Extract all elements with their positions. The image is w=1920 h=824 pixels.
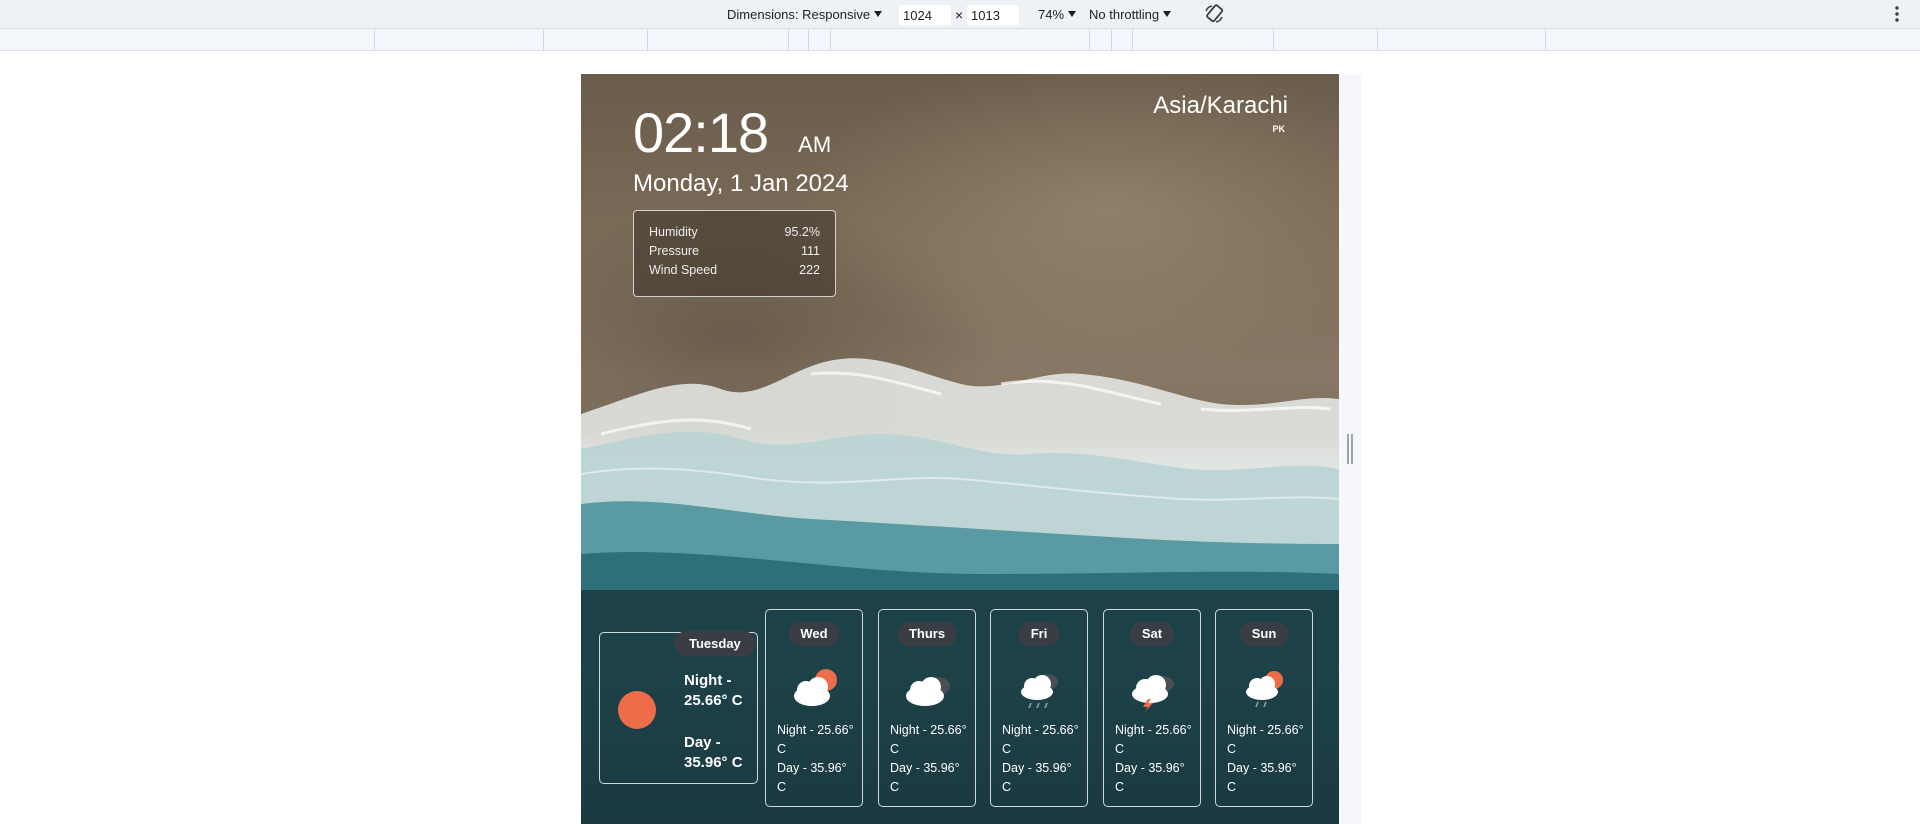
media-query-ruler[interactable] bbox=[0, 29, 1920, 51]
stat-value: 222 bbox=[799, 263, 820, 277]
clock: 02:18 AM bbox=[633, 100, 831, 165]
stat-label: Humidity bbox=[649, 225, 698, 239]
cloud-rain-icon bbox=[1021, 674, 1058, 709]
day-badge: Thurs bbox=[896, 622, 958, 646]
forecast-day: Day - 35.96° C bbox=[1115, 761, 1185, 794]
day-badge: Fri bbox=[1018, 622, 1060, 646]
height-input[interactable] bbox=[967, 5, 1019, 25]
forecast-night: Night - 25.66° C bbox=[777, 723, 854, 756]
throttling-dropdown[interactable]: No throttling bbox=[1089, 5, 1172, 25]
clock-time: 02:18 bbox=[633, 101, 769, 164]
forecast-card-sat: Sat Night - 25.66° C Day - 35.96° C bbox=[1103, 609, 1201, 807]
current-date: Monday, 1 Jan 2024 bbox=[633, 170, 849, 197]
kebab-menu-icon[interactable] bbox=[1890, 3, 1904, 25]
resize-handle[interactable] bbox=[1347, 434, 1355, 464]
times-symbol: × bbox=[955, 7, 964, 23]
country-code: PK bbox=[1272, 124, 1285, 134]
forecast-card-fri: Fri Night - 25.66° C Day - 35.96° C bbox=[990, 609, 1088, 807]
stat-label: Wind Speed bbox=[649, 263, 718, 277]
clock-ampm: AM bbox=[798, 132, 832, 157]
forecast-card-thurs: Thurs Night - 25.66° C Day - 35.96° C bbox=[878, 609, 976, 807]
dimensions-label: Dimensions: Responsive bbox=[727, 7, 871, 22]
devtools-toolbar: Dimensions: Responsive × 74% No throttli… bbox=[0, 0, 1920, 29]
chevron-down-icon bbox=[1163, 11, 1172, 17]
rotate-icon[interactable] bbox=[1203, 3, 1225, 25]
stat-row-humidity: Humidity 95.2% bbox=[649, 225, 820, 244]
throttling-label: No throttling bbox=[1089, 7, 1160, 22]
forecast-day: Day - 35.96° C bbox=[1002, 761, 1072, 794]
location-block: Asia/Karachi PK bbox=[1153, 92, 1288, 134]
chevron-down-icon bbox=[874, 11, 883, 17]
width-input[interactable] bbox=[899, 5, 951, 25]
today-day-temp: Day - 35.96° C bbox=[684, 734, 743, 771]
forecast-night: Night - 25.66° C bbox=[1002, 723, 1079, 756]
weather-app-viewport: 02:18 AM Monday, 1 Jan 2024 Asia/Karachi … bbox=[581, 74, 1339, 824]
zoom-dropdown[interactable]: 74% bbox=[1038, 5, 1077, 25]
day-badge: Wed bbox=[788, 622, 840, 646]
forecast-day: Day - 35.96° C bbox=[777, 761, 847, 794]
chevron-down-icon bbox=[1068, 11, 1077, 17]
forecast-panel: Tuesday Night - 25.66° C Day - 35.96° C … bbox=[581, 590, 1339, 824]
forecast-night: Night - 25.66° C bbox=[890, 723, 967, 756]
timezone-label: Asia/Karachi bbox=[1153, 92, 1288, 119]
forecast-card-sun: Sun Night - 25.66° C Day - 35.96° C bbox=[1215, 609, 1313, 807]
cloud-sun-icon bbox=[794, 669, 837, 706]
day-badge: Sun bbox=[1239, 622, 1289, 646]
day-badge: Sat bbox=[1129, 622, 1175, 646]
forecast-day: Day - 35.96° C bbox=[890, 761, 960, 794]
zoom-label: 74% bbox=[1038, 7, 1065, 22]
stat-value: 111 bbox=[800, 244, 820, 258]
today-card: Tuesday Night - 25.66° C Day - 35.96° C bbox=[599, 631, 758, 784]
stat-row-pressure: Pressure 111 bbox=[649, 244, 820, 263]
dimensions-dropdown[interactable]: Dimensions: Responsive bbox=[727, 5, 883, 25]
stat-label: Pressure bbox=[649, 244, 700, 258]
forecast-night: Night - 25.66° C bbox=[1115, 723, 1192, 756]
forecast-night: Night - 25.66° C bbox=[1227, 723, 1304, 756]
forecast-card-wed: Wed Night - 25.66° C Day - 35.96° C bbox=[765, 609, 863, 807]
stat-row-wind-speed: Wind Speed 222 bbox=[649, 263, 820, 282]
cloudy-icon bbox=[906, 677, 950, 706]
today-night-temp: Night - 25.66° C bbox=[684, 672, 743, 709]
forecast-day: Day - 35.96° C bbox=[1227, 761, 1297, 794]
weather-stats-box: Humidity 95.2% Pressure 111 Wind Speed 2… bbox=[633, 210, 836, 297]
sun-icon bbox=[618, 691, 656, 729]
stat-value: 95.2% bbox=[784, 225, 820, 239]
today-day-badge: Tuesday bbox=[674, 631, 756, 656]
sun-cloud-rain-icon bbox=[1246, 671, 1283, 708]
thunderstorm-icon bbox=[1132, 675, 1174, 712]
